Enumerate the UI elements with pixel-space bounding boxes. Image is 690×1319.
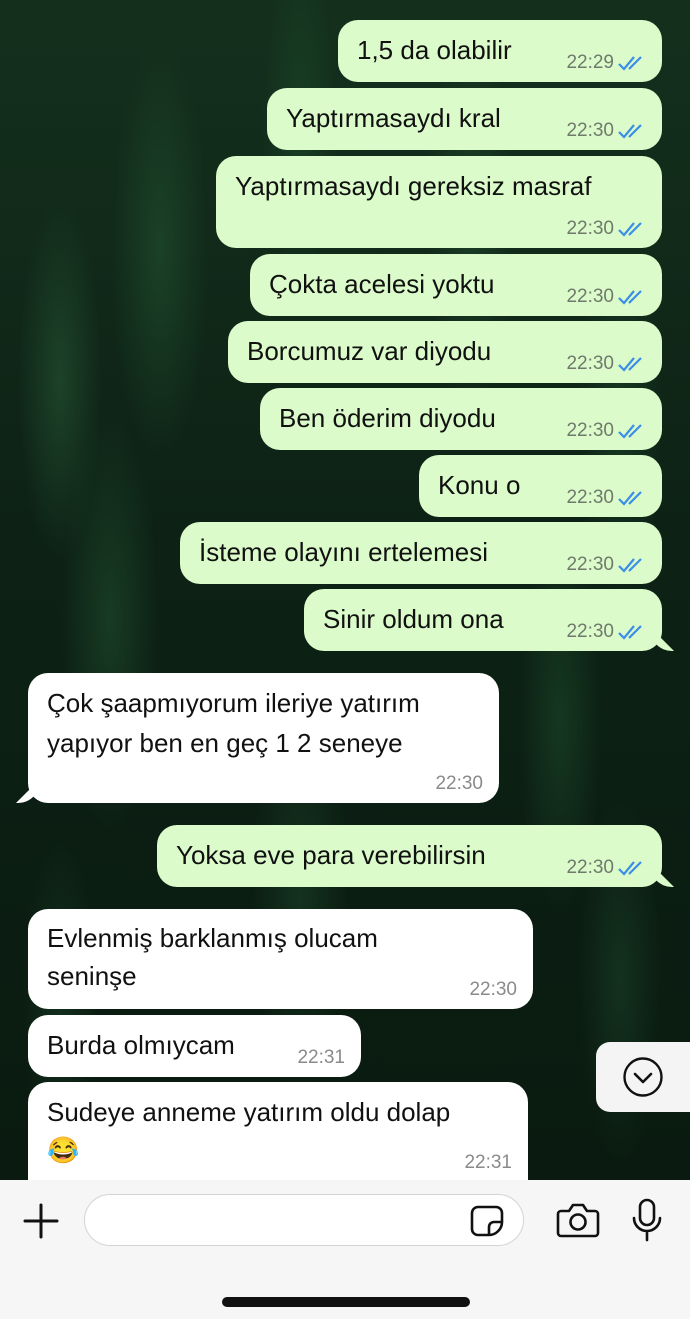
message-input[interactable] [84,1194,524,1246]
message-text: Yaptırmasaydı kral [286,103,501,133]
message-time: 22:30 [566,286,614,307]
read-ticks-icon [618,861,642,876]
message-time: 22:30 [435,773,483,794]
read-ticks-icon [618,357,642,372]
message-bubble-outgoing[interactable]: Sinir oldum ona 22:30 [304,589,662,651]
read-ticks-icon [618,56,642,71]
message-time: 22:30 [566,487,614,508]
read-ticks-icon [618,124,642,139]
message-time: 22:31 [297,1047,345,1068]
message-bubble-outgoing[interactable]: Yaptırmasaydı gereksiz masraf 22:30 [216,156,662,248]
message-bubble-incoming[interactable]: Sudeye anneme yatırım oldu dolap 😂 22:31 [28,1082,528,1180]
read-ticks-icon [618,290,642,305]
message-bubble-outgoing[interactable]: Konu o 22:30 [419,455,662,517]
read-ticks-icon [618,625,642,640]
message-time: 22:30 [566,857,614,878]
message-text: Sinir oldum ona [323,604,504,634]
message-text: Burda olmıycam [47,1030,235,1060]
message-text-line-1: Çok şaapmıyorum ileriye yatırım [47,688,420,718]
message-bubble-incoming[interactable]: Burda olmıycam 22:31 [28,1015,361,1077]
message-time: 22:30 [566,621,614,642]
message-bubble-outgoing[interactable]: Borcumuz var diyodu 22:30 [228,321,662,383]
message-text-line-1: Evlenmiş barklanmış olucam [47,923,378,953]
read-ticks-icon [618,222,642,237]
message-bubble-outgoing[interactable]: Yaptırmasaydı kral 22:30 [267,88,662,150]
message-text: Yaptırmasaydı gereksiz masraf [235,171,592,201]
message-time: 22:30 [566,120,614,141]
laughing-emoji: 😂 [47,1135,80,1165]
message-text: Ben öderim diyodu [279,403,496,433]
read-ticks-icon [618,424,642,439]
scroll-to-bottom-button[interactable] [596,1042,690,1112]
message-text: 1,5 da olabilir [357,35,512,65]
message-bubble-outgoing[interactable]: Ben öderim diyodu 22:30 [260,388,662,450]
read-ticks-icon [618,491,642,506]
message-bubble-outgoing[interactable]: 1,5 da olabilir 22:29 [338,20,662,82]
message-time: 22:30 [566,353,614,374]
message-time: 22:29 [566,52,614,73]
message-bubble-outgoing[interactable]: Yoksa eve para verebilirsin 22:30 [157,825,662,887]
message-text-line-2: yapıyor ben en geç 1 2 seneye [47,728,403,758]
composer-bar [0,1180,690,1319]
message-text: Yoksa eve para verebilirsin [176,840,486,870]
home-indicator [222,1297,470,1307]
message-time: 22:30 [566,218,614,239]
message-text: Borcumuz var diyodu [247,336,492,366]
message-time: 22:30 [566,420,614,441]
message-text-line-1: Sudeye anneme yatırım oldu dolap [47,1097,451,1127]
message-time: 22:30 [566,554,614,575]
plus-icon[interactable] [22,1202,60,1240]
message-text: Çokta acelesi yoktu [269,269,495,299]
microphone-icon[interactable] [630,1198,664,1242]
message-bubble-incoming[interactable]: Çok şaapmıyorum ileriye yatırım yapıyor … [28,673,499,803]
message-bubble-outgoing[interactable]: Çokta acelesi yoktu 22:30 [250,254,662,316]
sticker-icon[interactable] [469,1204,505,1238]
camera-icon[interactable] [556,1202,600,1238]
message-time: 22:30 [469,979,517,1000]
message-bubble-outgoing[interactable]: İsteme olayını ertelemesi 22:30 [180,522,662,584]
message-text-line-2: seninşe [47,961,137,991]
message-text: İsteme olayını ertelemesi [199,537,489,567]
message-bubble-incoming[interactable]: Evlenmiş barklanmış olucam seninşe 22:30 [28,909,533,1009]
message-text: Konu o [438,470,521,500]
read-ticks-icon [618,558,642,573]
chevron-down-icon [623,1057,663,1097]
message-time: 22:31 [464,1152,512,1173]
